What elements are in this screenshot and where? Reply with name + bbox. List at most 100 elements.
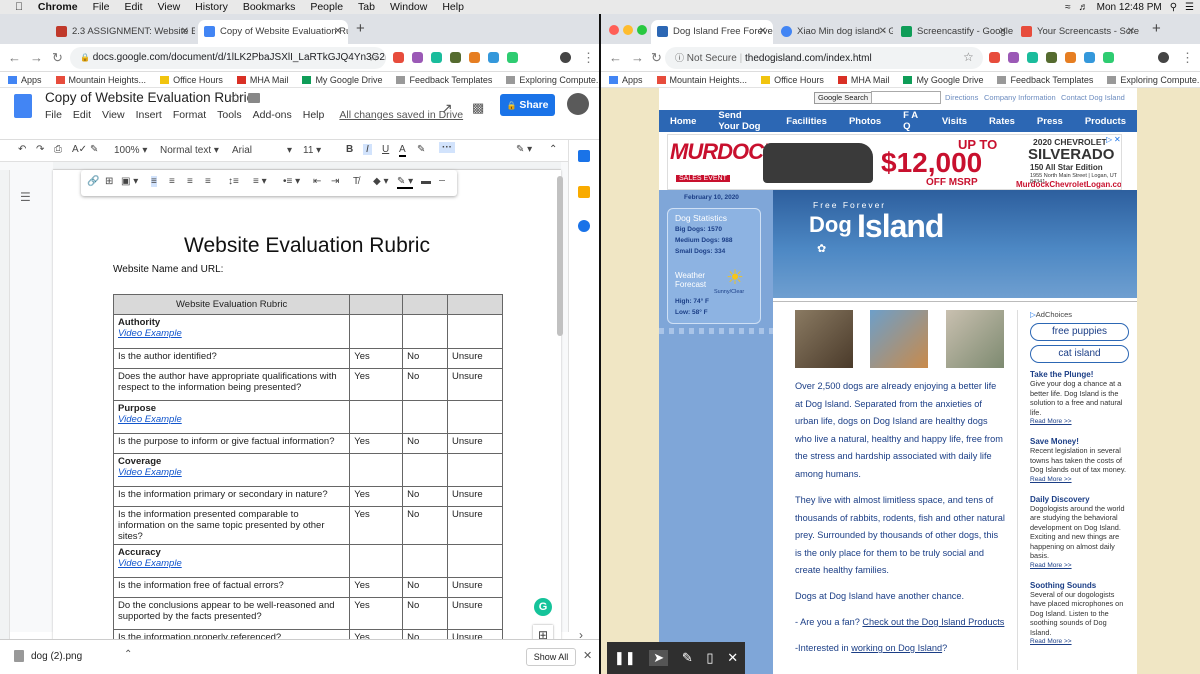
- text-color-icon[interactable]: A: [399, 144, 406, 157]
- adchoices-label[interactable]: ▷AdChoices: [1030, 310, 1129, 319]
- table-cell[interactable]: [402, 544, 449, 578]
- undo-icon[interactable]: ↶: [18, 144, 26, 155]
- close-icon[interactable]: ✕: [1127, 20, 1135, 44]
- extension-icon[interactable]: [1046, 52, 1057, 63]
- answer-yes[interactable]: Yes: [349, 486, 404, 507]
- close-icon[interactable]: ✕: [583, 649, 592, 662]
- read-more-link[interactable]: Read More >>: [1030, 476, 1129, 483]
- bookmark-google-drive[interactable]: My Google Drive: [903, 75, 983, 85]
- bookmark-google-drive[interactable]: My Google Drive: [302, 75, 382, 85]
- doc-title[interactable]: Copy of Website Evaluation Rubric: [45, 90, 253, 105]
- docs-menu-view[interactable]: View: [102, 109, 125, 121]
- menu-help[interactable]: Help: [442, 1, 464, 13]
- bookmark-office-hours[interactable]: Office Hours: [761, 75, 824, 85]
- table-cell[interactable]: [447, 453, 503, 487]
- read-more-link[interactable]: Read More >>: [1030, 638, 1129, 645]
- tab-your-screencasts[interactable]: Your Screencasts - Scre ✕: [1015, 20, 1141, 44]
- extension-icon[interactable]: [1027, 52, 1038, 63]
- docs-menu-help[interactable]: Help: [303, 109, 325, 121]
- align-center-icon[interactable]: ≡: [169, 176, 175, 187]
- company-info-link[interactable]: Company Information: [984, 93, 1056, 102]
- star-icon[interactable]: ☆: [368, 50, 379, 64]
- tab-assignment[interactable]: 2.3 ASSIGNMENT: Website Eval ✕: [50, 20, 195, 44]
- extension-icon[interactable]: [412, 52, 423, 63]
- ruler[interactable]: [53, 162, 561, 170]
- dog-photo[interactable]: [870, 310, 928, 368]
- docs-menu-format[interactable]: Format: [173, 109, 206, 121]
- table-cell[interactable]: Purpose Video Example: [112, 400, 351, 434]
- question-cell[interactable]: Is the author identified?: [112, 348, 351, 369]
- cursor-icon[interactable]: ➤: [649, 650, 669, 666]
- tab-screencastify-drive[interactable]: Screencastify - Google D ✕: [895, 20, 1013, 44]
- answer-unsure[interactable]: Unsure: [447, 577, 503, 598]
- menu-people[interactable]: People: [310, 1, 343, 13]
- address-bar[interactable]: 🔒 docs.google.com/document/d/1lLK2PbaJSX…: [70, 47, 386, 69]
- table-cell[interactable]: [349, 453, 404, 487]
- editing-mode-icon[interactable]: ✎ ▾: [516, 144, 532, 155]
- docs-logo-icon[interactable]: [14, 94, 32, 118]
- extension-icon[interactable]: [450, 52, 461, 63]
- answer-unsure[interactable]: Unsure: [447, 486, 503, 507]
- clock[interactable]: Mon 12:48 PM: [1097, 2, 1162, 13]
- bookmark-exploring-compute[interactable]: Exploring Compute...: [1107, 75, 1200, 85]
- menu-edit[interactable]: Edit: [124, 1, 142, 13]
- free-puppies-link[interactable]: free puppies: [1030, 323, 1129, 341]
- video-example-link[interactable]: Video Example: [118, 467, 345, 478]
- extension-icon[interactable]: [507, 52, 518, 63]
- answer-no[interactable]: No: [402, 597, 449, 630]
- style-select[interactable]: Normal text ▾: [160, 145, 219, 156]
- read-more-link[interactable]: Read More >>: [1030, 562, 1129, 569]
- bookmark-feedback-templates[interactable]: Feedback Templates: [997, 75, 1093, 85]
- calendar-icon[interactable]: [578, 150, 590, 162]
- kebab-menu-icon[interactable]: ⋮: [582, 50, 595, 66]
- bookmark-office-hours[interactable]: Office Hours: [160, 75, 223, 85]
- dog-photo[interactable]: [795, 310, 853, 368]
- vertical-scrollbar[interactable]: [557, 176, 563, 336]
- video-example-link[interactable]: Video Example: [118, 414, 345, 425]
- bookmark-exploring-compute[interactable]: Exploring Compute...: [506, 75, 599, 85]
- border-dash-icon[interactable]: ┄: [439, 176, 445, 187]
- docs-menu-insert[interactable]: Insert: [136, 109, 162, 121]
- table-cell[interactable]: [349, 314, 404, 349]
- eraser-icon[interactable]: ▯: [706, 650, 713, 666]
- folder-icon[interactable]: [248, 93, 260, 103]
- redo-icon[interactable]: ↷: [36, 144, 44, 155]
- new-tab-icon[interactable]: +: [1152, 20, 1161, 37]
- back-icon[interactable]: ←: [8, 50, 21, 65]
- google-search-button[interactable]: Google Search: [814, 92, 873, 104]
- document-page[interactable]: 🔗 ⊞ ▣ ▾ ≡ ≡ ≡ ≡ ↕≡ ≡ ▾ •≡ ▾ ⇤ ⇥ T̸ ◆ ▾ ✎…: [53, 170, 561, 660]
- extension-icon[interactable]: [488, 52, 499, 63]
- answer-unsure[interactable]: Unsure: [447, 348, 503, 369]
- chevron-up-icon[interactable]: ⌃: [124, 649, 132, 660]
- bookmark-apps[interactable]: Apps: [8, 75, 42, 85]
- star-icon[interactable]: ☆: [963, 50, 974, 64]
- bookmark-feedback-templates[interactable]: Feedback Templates: [396, 75, 492, 85]
- highlight-icon[interactable]: ✎: [417, 144, 425, 155]
- keep-icon[interactable]: [578, 186, 590, 198]
- question-cell[interactable]: Is the information free of factual error…: [112, 577, 351, 598]
- pen-icon[interactable]: ✎: [682, 650, 693, 666]
- question-cell[interactable]: Is the purpose to inform or give factual…: [112, 433, 351, 454]
- reload-icon[interactable]: ↻: [651, 50, 662, 66]
- answer-yes[interactable]: Yes: [349, 597, 404, 630]
- answer-no[interactable]: No: [402, 368, 449, 401]
- collapse-icon[interactable]: ⌃: [549, 144, 557, 155]
- table-cell[interactable]: [447, 544, 503, 578]
- table-cell[interactable]: [349, 544, 404, 578]
- menu-view[interactable]: View: [158, 1, 181, 13]
- link-icon[interactable]: 🔗: [87, 176, 99, 187]
- italic-icon[interactable]: I: [363, 144, 372, 155]
- nav-home[interactable]: Home: [659, 116, 707, 127]
- new-tab-icon[interactable]: +: [356, 20, 365, 37]
- close-icon[interactable]: ✕: [999, 20, 1007, 44]
- table-header-cell[interactable]: Website Evaluation Rubric: [112, 294, 351, 315]
- menu-tab[interactable]: Tab: [358, 1, 375, 13]
- question-cell[interactable]: Is the information primary or secondary …: [112, 486, 351, 507]
- table-cell[interactable]: [402, 314, 449, 349]
- activity-trend-icon[interactable]: ↗: [441, 100, 453, 117]
- forward-icon[interactable]: →: [30, 50, 43, 65]
- reload-icon[interactable]: ↻: [52, 50, 63, 66]
- avatar[interactable]: [560, 52, 571, 63]
- align-left-icon[interactable]: ≡: [151, 176, 157, 187]
- align-right-icon[interactable]: ≡: [187, 176, 193, 187]
